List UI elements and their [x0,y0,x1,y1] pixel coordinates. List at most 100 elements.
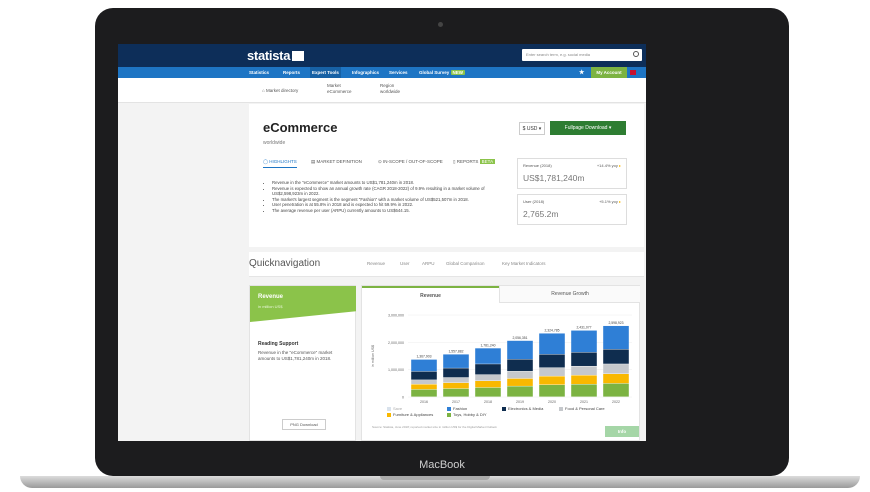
tab-in-scope[interactable]: ⊙ IN-SCOPE / OUT-OF-SCOPE [378,159,443,165]
png-download-button[interactable]: PNG Download [282,419,326,430]
market-selector[interactable]: Market eCommerce [327,83,352,95]
quicknav-title: Quicknavigation [249,258,321,269]
data-label: 2,431,077 [576,326,591,330]
bar-segment [571,366,597,376]
nav-infographics[interactable]: Infographics [352,70,379,75]
legend-item[interactable]: Food & Personal Care [559,406,605,411]
y-axis-label: in million US$ [371,345,375,367]
list-item: Revenue is expected to show an annual gr… [272,186,497,197]
legend-label: Electronics & Media [508,406,544,411]
currency-select[interactable]: $ USD ▾ [519,122,545,135]
y-tick-label: 1,000,000 [388,368,404,372]
breadcrumb: ⌂ Market directory Market eCommerce Regio… [118,78,646,103]
logo-mark-icon [292,51,305,61]
tab-highlights[interactable]: ◯ HIGHLIGHTS [263,159,297,168]
legend-swatch [559,406,563,411]
market-directory-link[interactable]: ⌂ Market directory [262,88,298,93]
laptop-notch [380,476,490,480]
nav-services[interactable]: Services [389,70,408,75]
bar-segment [571,375,597,385]
reading-support-text: Revenue in the "eCommerce" market amount… [258,350,333,361]
statista-logo[interactable]: statista [247,48,305,63]
bar-segment [603,349,629,364]
legend-swatch [387,406,391,411]
tab-market-definition[interactable]: ▤ MARKET DEFINITION [311,159,362,165]
legend-item[interactable]: Furniture & Appliances [387,412,433,417]
legend-item[interactable]: Toys, Hobby & DIY [447,412,487,417]
bar-segment [411,380,437,385]
side-card-title: Revenue [258,294,284,300]
data-label: 2,056,351 [512,336,527,340]
legend-swatch [502,406,506,411]
device-brand: MacBook [419,459,465,471]
legend-item[interactable]: Save [387,406,402,411]
revenue-bar-chart: 0 1,000,000 2,000,000 3,000,000 in million U… [371,314,632,404]
bar-segment [539,333,565,355]
x-tick-label: 2020 [548,400,556,404]
tab-reports[interactable]: ▯ REPORTS BETA [453,159,496,165]
bar-segment [443,388,469,397]
fullpage-download-button[interactable]: Fullpage Download ▾ [550,121,626,135]
bar-segment [507,386,533,397]
kpi-label: User (2018) [523,199,545,204]
quicknav-user[interactable]: User [400,261,410,266]
bar-segment [539,367,565,376]
kpi-value: 2,765.2m [523,209,559,219]
search-input[interactable]: Enter search term, e.g. social media [522,49,642,61]
data-label: 2,598,923 [608,321,623,325]
bar-segment [603,364,629,374]
quicknav-key-market-indicators[interactable]: Key Market Indicators [502,261,546,266]
camera-dot [438,22,443,27]
bar-segment [475,387,501,397]
quicknav-revenue[interactable]: Revenue [367,261,385,266]
legend-swatch [447,412,451,417]
quicknav-arpu[interactable]: ARPU [422,261,435,266]
legend-item[interactable]: Electronics & Media [502,406,543,411]
bar-segment [507,378,533,386]
kpi-growth: +5.1% yoy ▸ [599,199,621,204]
bar-segment [475,381,501,388]
nav-expert-tools[interactable]: Expert Tools [310,67,341,78]
user-kpi-card: User (2018) +5.1% yoy ▸ 2,765.2m [517,194,627,225]
x-tick-label: 2016 [420,400,428,404]
legend-label: Food & Personal Care [565,406,605,411]
tab-revenue[interactable]: Revenue [362,286,499,303]
new-badge: NEW [450,70,466,75]
revenue-side-card: Revenue in million US$ Reading Support R… [249,285,356,441]
nav-reports[interactable]: Reports [283,70,300,75]
data-label: 1,557,882 [448,349,463,353]
legend-label: Furniture & Appliances [393,412,434,417]
kpi-label: Revenue (2018) [523,163,552,168]
x-tick-label: 2021 [580,400,588,404]
bar-segment [571,330,597,353]
bar-segment [507,359,533,372]
kpi-growth: +14.4% yoy ▸ [596,163,621,168]
bar-segment [443,377,469,383]
legend-item[interactable]: Fashion [447,406,467,411]
x-tick-label: 2017 [452,400,460,404]
side-card-subtitle: in million US$ [258,304,283,309]
kpi-value: US$1,781,240m [523,173,585,183]
bar-segment [571,384,597,397]
info-button[interactable]: Info [605,426,639,437]
quicknav-global-comparison[interactable]: Global Comparison [446,261,485,266]
legend-label: Save [393,406,403,411]
nav-global-survey[interactable]: Global Survey NEW [419,70,466,75]
star-icon[interactable]: ★ [579,69,584,76]
search-icon[interactable] [633,51,639,57]
flag-icon[interactable] [630,70,636,75]
region-selector[interactable]: Region worldwide [380,83,400,95]
y-tick-label: 0 [402,396,404,400]
browser-screen: statista Enter search term, e.g. social … [118,44,646,441]
bar-segment [539,376,565,385]
my-account-button[interactable]: My Account [591,67,627,78]
bar-segment [603,325,629,350]
data-label: 2,324,785 [544,328,559,332]
revenue-kpi-card: Revenue (2018) +14.4% yoy ▸ US$1,781,240… [517,158,627,189]
legend-swatch [447,406,451,411]
x-tick-label: 2019 [516,400,524,404]
y-tick-label: 3,000,000 [388,314,404,318]
top-header: statista Enter search term, e.g. social … [118,44,646,67]
nav-statistics[interactable]: Statistics [249,70,269,75]
tab-revenue-growth[interactable]: Revenue Growth [499,286,640,303]
